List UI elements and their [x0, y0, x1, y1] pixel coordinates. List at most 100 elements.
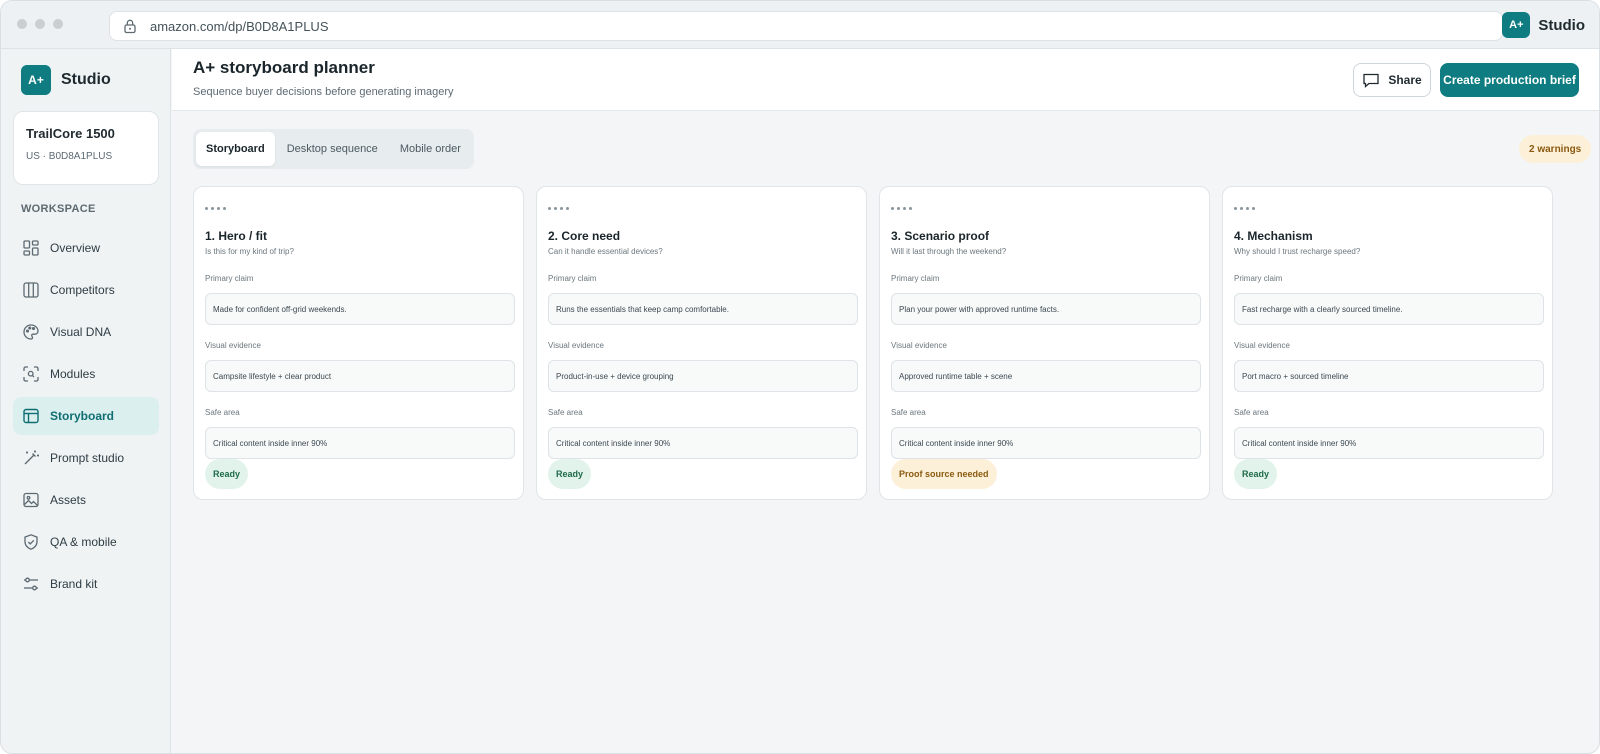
product-marketplace-asin: US · B0D8A1PLUS	[26, 151, 113, 162]
grid-icon	[22, 239, 40, 257]
page-header: A+ storyboard planner Sequence buyer dec…	[172, 49, 1599, 111]
palette-icon	[22, 323, 40, 341]
sidebar-item-label: Competitors	[50, 283, 115, 297]
card-title: 1. Hero / fit	[205, 229, 268, 243]
card-question: Why should I trust recharge speed?	[1234, 247, 1361, 256]
brand-logo-icon: A+	[1502, 12, 1531, 38]
tab-desktop-sequence[interactable]: Desktop sequence	[277, 132, 388, 166]
url-text: amazon.com/dp/B0D8A1PLUS	[150, 18, 329, 34]
card-title: 2. Core need	[548, 229, 621, 243]
tab-storyboard[interactable]: Storyboard	[196, 132, 275, 166]
sidebar: A+ Studio TrailCore 1500 US · B0D8A1PLUS…	[1, 49, 171, 753]
card-title: 3. Scenario proof	[891, 229, 990, 243]
primary-claim-label: Primary claim	[1234, 274, 1283, 283]
status-badge: Ready	[548, 459, 592, 489]
sidebar-item-label: Overview	[50, 241, 101, 255]
tab-mobile-order[interactable]: Mobile order	[390, 132, 471, 166]
image-icon	[22, 491, 40, 509]
storyboard-card: 3. Scenario proof Will it last through t…	[879, 186, 1210, 500]
storyboard-cards: 1. Hero / fit Is this for my kind of tri…	[193, 186, 1553, 500]
columns-icon	[22, 281, 40, 299]
drag-handle-icon[interactable]	[1234, 207, 1255, 210]
create-production-brief-button[interactable]: Create production brief	[1440, 63, 1579, 97]
main-content: A+ storyboard planner Sequence buyer dec…	[172, 49, 1599, 753]
sidebar-item-label: Brand kit	[50, 577, 98, 591]
layout-icon	[22, 407, 40, 425]
sidebar-item-label: Modules	[50, 367, 96, 381]
top-brand: A+ Studio	[1502, 12, 1585, 38]
card-question: Will it last through the weekend?	[891, 247, 1007, 256]
visual-evidence-field[interactable]: Campsite lifestyle + clear product	[205, 360, 515, 392]
sliders-icon	[22, 575, 40, 593]
safe-area-field[interactable]: Critical content inside inner 90%	[891, 427, 1201, 459]
visual-evidence-label: Visual evidence	[205, 341, 261, 350]
sidebar-item-qa-mobile[interactable]: QA & mobile	[13, 523, 159, 561]
sidebar-item-label: Prompt studio	[50, 451, 125, 465]
share-label: Share	[1388, 73, 1422, 87]
storyboard-card: 4. Mechanism Why should I trust recharge…	[1222, 186, 1553, 500]
primary-claim-label: Primary claim	[205, 274, 254, 283]
primary-claim-label: Primary claim	[548, 274, 597, 283]
brand-name: Studio	[1538, 16, 1585, 34]
workspace-label: WORKSPACE	[21, 203, 96, 215]
sidebar-item-label: Storyboard	[50, 409, 115, 423]
sidebar-item-competitors[interactable]: Competitors	[13, 271, 159, 309]
card-title: 4. Mechanism	[1234, 229, 1313, 243]
primary-claim-field[interactable]: Made for confident off-grid weekends.	[205, 293, 515, 325]
product-selector[interactable]: TrailCore 1500 US · B0D8A1PLUS	[13, 111, 159, 185]
sidebar-item-label: Visual DNA	[50, 325, 112, 339]
sidebar-item-brand-kit[interactable]: Brand kit	[13, 565, 159, 603]
address-bar[interactable]: amazon.com/dp/B0D8A1PLUS	[109, 11, 1503, 41]
status-badge: Proof source needed	[891, 459, 997, 489]
sidebar-item-label: Assets	[50, 493, 87, 507]
maximize-dot[interactable]	[53, 19, 63, 29]
safe-area-label: Safe area	[891, 408, 926, 417]
minimize-dot[interactable]	[35, 19, 45, 29]
lock-icon	[122, 18, 138, 34]
safe-area-label: Safe area	[205, 408, 240, 417]
page-title: A+ storyboard planner	[193, 58, 375, 77]
sidebar-brand[interactable]: A+ Studio	[21, 65, 111, 95]
brand-logo-icon: A+	[21, 65, 51, 95]
sidebar-item-modules[interactable]: Modules	[13, 355, 159, 393]
storyboard-card: 2. Core need Can it handle essential dev…	[536, 186, 867, 500]
view-tabs: Storyboard Desktop sequence Mobile order	[193, 129, 474, 169]
safe-area-field[interactable]: Critical content inside inner 90%	[548, 427, 858, 459]
visual-evidence-label: Visual evidence	[548, 341, 604, 350]
close-dot[interactable]	[17, 19, 27, 29]
visual-evidence-field[interactable]: Product-in-use + device grouping	[548, 360, 858, 392]
visual-evidence-label: Visual evidence	[891, 341, 947, 350]
drag-handle-icon[interactable]	[548, 207, 569, 210]
primary-claim-field[interactable]: Plan your power with approved runtime fa…	[891, 293, 1201, 325]
shield-icon	[22, 533, 40, 551]
sidebar-nav: Overview Competitors Visual DNA Modules	[13, 229, 159, 607]
browser-bar: amazon.com/dp/B0D8A1PLUS A+ Studio	[1, 1, 1599, 49]
wand-icon	[22, 449, 40, 467]
card-question: Is this for my kind of trip?	[205, 247, 294, 256]
scan-icon	[22, 365, 40, 383]
page-subtitle: Sequence buyer decisions before generati…	[193, 86, 454, 98]
visual-evidence-field[interactable]: Port macro + sourced timeline	[1234, 360, 1544, 392]
app-window: amazon.com/dp/B0D8A1PLUS A+ Studio A+ St…	[0, 0, 1600, 754]
sidebar-item-storyboard[interactable]: Storyboard	[13, 397, 159, 435]
sidebar-item-prompt-studio[interactable]: Prompt studio	[13, 439, 159, 477]
sidebar-item-label: QA & mobile	[50, 535, 117, 549]
brand-name: Studio	[61, 71, 111, 88]
drag-handle-icon[interactable]	[205, 207, 226, 210]
primary-claim-field[interactable]: Fast recharge with a clearly sourced tim…	[1234, 293, 1544, 325]
primary-claim-field[interactable]: Runs the essentials that keep camp comfo…	[548, 293, 858, 325]
safe-area-field[interactable]: Critical content inside inner 90%	[205, 427, 515, 459]
status-badge: Ready	[205, 459, 249, 489]
status-badge: Ready	[1234, 459, 1278, 489]
sidebar-item-overview[interactable]: Overview	[13, 229, 159, 267]
primary-claim-label: Primary claim	[891, 274, 940, 283]
window-controls	[17, 19, 63, 29]
sidebar-item-visual-dna[interactable]: Visual DNA	[13, 313, 159, 351]
warnings-badge[interactable]: 2 warnings	[1519, 135, 1592, 163]
safe-area-field[interactable]: Critical content inside inner 90%	[1234, 427, 1544, 459]
safe-area-label: Safe area	[1234, 408, 1269, 417]
visual-evidence-field[interactable]: Approved runtime table + scene	[891, 360, 1201, 392]
sidebar-item-assets[interactable]: Assets	[13, 481, 159, 519]
drag-handle-icon[interactable]	[891, 207, 912, 210]
share-button[interactable]: Share	[1353, 63, 1431, 97]
